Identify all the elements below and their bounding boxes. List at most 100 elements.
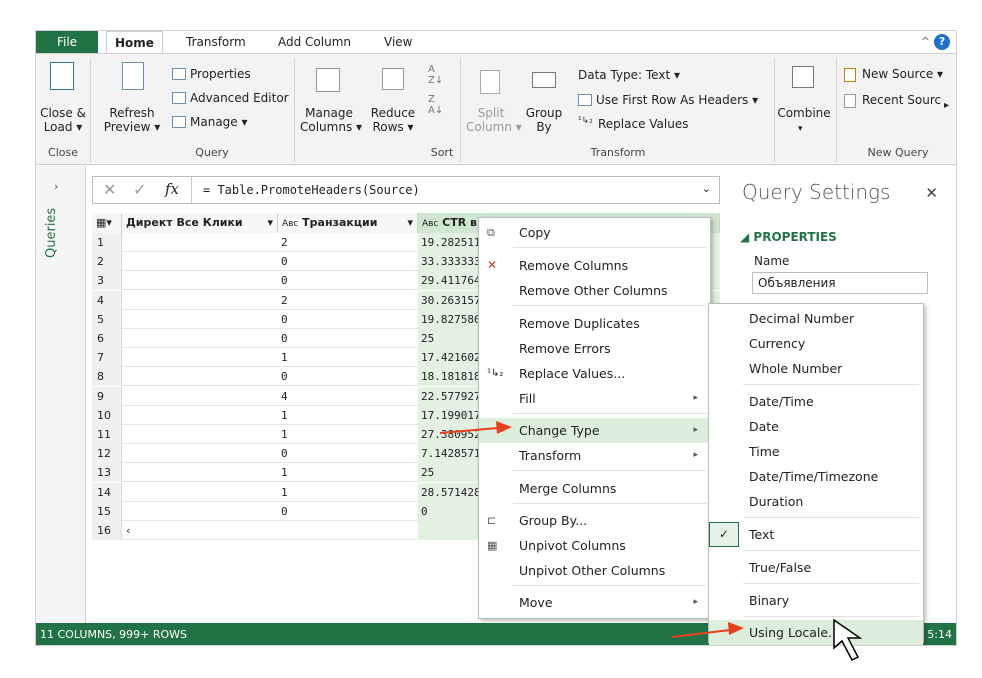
cancel-formula-icon[interactable]: ✕ [103,180,116,199]
tab-file[interactable]: File [36,31,98,54]
query-name-input[interactable]: Объявления [752,272,928,294]
menu-item-remove-duplicates[interactable]: Remove Duplicates [479,311,710,336]
formula-input[interactable]: = Table.PromoteHeaders(Source) [203,183,420,197]
column-header[interactable]: Директ Все Клики ▾ [122,213,278,233]
group-by-button[interactable]: Group By [524,106,564,134]
cell-direct-clicks[interactable] [122,502,278,521]
cell-direct-clicks[interactable] [122,348,278,367]
cell-transactions[interactable]: 1 [278,406,418,425]
menu-item-unpivot-other-columns[interactable]: Unpivot Other Columns [479,558,710,583]
close-load-button[interactable]: Close & Load ▾ [38,106,88,134]
cell-transactions[interactable]: 4 [278,387,418,406]
cell-direct-clicks[interactable] [122,252,278,271]
submenu-item-decimal-number[interactable]: Decimal Number [709,306,923,331]
cell-direct-clicks[interactable] [122,233,278,252]
cell-transactions[interactable]: 0 [278,367,418,386]
row-number[interactable]: 14 [92,482,122,502]
tab-view[interactable]: View [376,31,420,54]
submenu-item-date-time-timezone[interactable]: Date/Time/Timezone [709,464,923,489]
row-number[interactable]: 11 [92,425,122,444]
tab-home[interactable]: Home [106,31,163,54]
column-filter-icon[interactable]: ▾ [267,213,273,233]
menu-item-change-type[interactable]: Change Type ▸ [479,418,710,443]
menu-item-copy[interactable]: ⧉ Copy [479,220,710,245]
column-filter-icon[interactable]: ▾ [407,213,413,233]
row-number[interactable]: 15 [92,501,122,521]
cell-direct-clicks[interactable] [122,463,278,482]
row-number[interactable]: 4 [92,290,122,310]
cell-direct-clicks[interactable] [122,387,278,406]
scroll-left-icon[interactable]: ‹ [122,521,278,540]
collapse-ribbon-icon[interactable]: ^ [921,35,930,48]
properties-section-header[interactable]: ◢ PROPERTIES [740,230,837,244]
reduce-rows-button[interactable]: Reduce Rows ▾ [368,106,418,134]
cell-direct-clicks[interactable] [122,310,278,329]
row-number[interactable]: 5 [92,309,122,329]
submenu-item-time[interactable]: Time [709,439,923,464]
cell-transactions[interactable]: 2 [278,291,418,310]
properties-button[interactable]: Properties [190,67,251,81]
close-icon[interactable]: ✕ [925,184,938,202]
text-type-icon[interactable]: Aʙᴄ [422,219,438,229]
advanced-editor-button[interactable]: Advanced Editor [190,91,289,105]
cell-direct-clicks[interactable] [122,291,278,310]
cell-transactions[interactable]: 0 [278,329,418,348]
row-number[interactable]: 16 [92,521,122,540]
row-number[interactable]: 2 [92,252,122,272]
menu-item-group-by[interactable]: ⊏ Group By... [479,508,710,533]
split-column-button[interactable]: Split Column ▾ [466,106,522,134]
menu-item-remove-other-columns[interactable]: Remove Other Columns [479,278,710,303]
combine-button[interactable]: Combine [776,106,832,120]
cell-transactions[interactable]: 1 [278,348,418,367]
cell-transactions[interactable]: 2 [278,233,418,252]
menu-item-move[interactable]: Move ▸ [479,590,710,615]
row-number[interactable]: 8 [92,367,122,387]
sort-ascending-icon[interactable]: A Z↓ [428,64,443,86]
cell-transactions[interactable]: 1 [278,483,418,502]
cell-direct-clicks[interactable] [122,271,278,290]
row-number[interactable]: 3 [92,271,122,291]
cell-transactions[interactable]: 0 [278,444,418,463]
cell-transactions[interactable]: 0 [278,271,418,290]
expand-queries-icon[interactable]: › [54,180,58,193]
submenu-item-true-false[interactable]: True/False [709,555,923,580]
menu-item-remove-errors[interactable]: Remove Errors [479,336,710,361]
confirm-formula-icon[interactable]: ✓ [133,180,146,199]
submenu-item-currency[interactable]: Currency [709,331,923,356]
cell-transactions[interactable]: 1 [278,463,418,482]
submenu-item-whole-number[interactable]: Whole Number [709,356,923,381]
menu-item-merge-columns[interactable]: Merge Columns [479,476,710,501]
expand-formula-icon[interactable]: ⌄ [702,182,711,195]
cell-transactions[interactable] [278,521,418,540]
menu-item-replace-values[interactable]: ¹↳₂ Replace Values... [479,361,710,386]
queries-label[interactable]: Queries [44,208,59,258]
sort-descending-icon[interactable]: Z A↓ [428,94,443,116]
row-number[interactable]: 10 [92,405,122,425]
tab-transform[interactable]: Transform [178,31,254,54]
cell-transactions[interactable]: 0 [278,310,418,329]
cell-direct-clicks[interactable] [122,425,278,444]
submenu-item-date[interactable]: Date [709,414,923,439]
submenu-item-text[interactable]: ✓ Text [709,522,923,547]
ribbon-scroll-right-icon[interactable]: ▸ [944,100,949,111]
refresh-preview-button[interactable]: Refresh Preview ▾ [102,106,162,134]
row-number[interactable]: 9 [92,386,122,406]
new-source-button[interactable]: New Source ▾ [862,67,943,81]
column-header[interactable]: Aʙᴄ Транзакции ▾ [278,213,418,233]
manage-button[interactable]: Manage ▾ [190,115,248,129]
row-number[interactable]: 7 [92,348,122,368]
cell-direct-clicks[interactable] [122,406,278,425]
submenu-item-date-time[interactable]: Date/Time [709,389,923,414]
recent-sources-button[interactable]: Recent Sourc [862,93,941,107]
text-type-icon[interactable]: Aʙᴄ [282,219,298,229]
help-icon[interactable]: ? [934,34,950,50]
row-number[interactable]: 6 [92,329,122,348]
table-icon[interactable]: ▦▾ [92,213,122,233]
cell-transactions[interactable]: 0 [278,502,418,521]
tab-add-column[interactable]: Add Column [270,31,359,54]
row-number[interactable]: 1 [92,233,122,252]
manage-columns-button[interactable]: Manage Columns ▾ [300,106,362,134]
cell-direct-clicks[interactable] [122,329,278,348]
submenu-item-using-locale[interactable]: Using Locale... [709,620,923,645]
menu-item-unpivot-columns[interactable]: ▦ Unpivot Columns [479,533,710,558]
